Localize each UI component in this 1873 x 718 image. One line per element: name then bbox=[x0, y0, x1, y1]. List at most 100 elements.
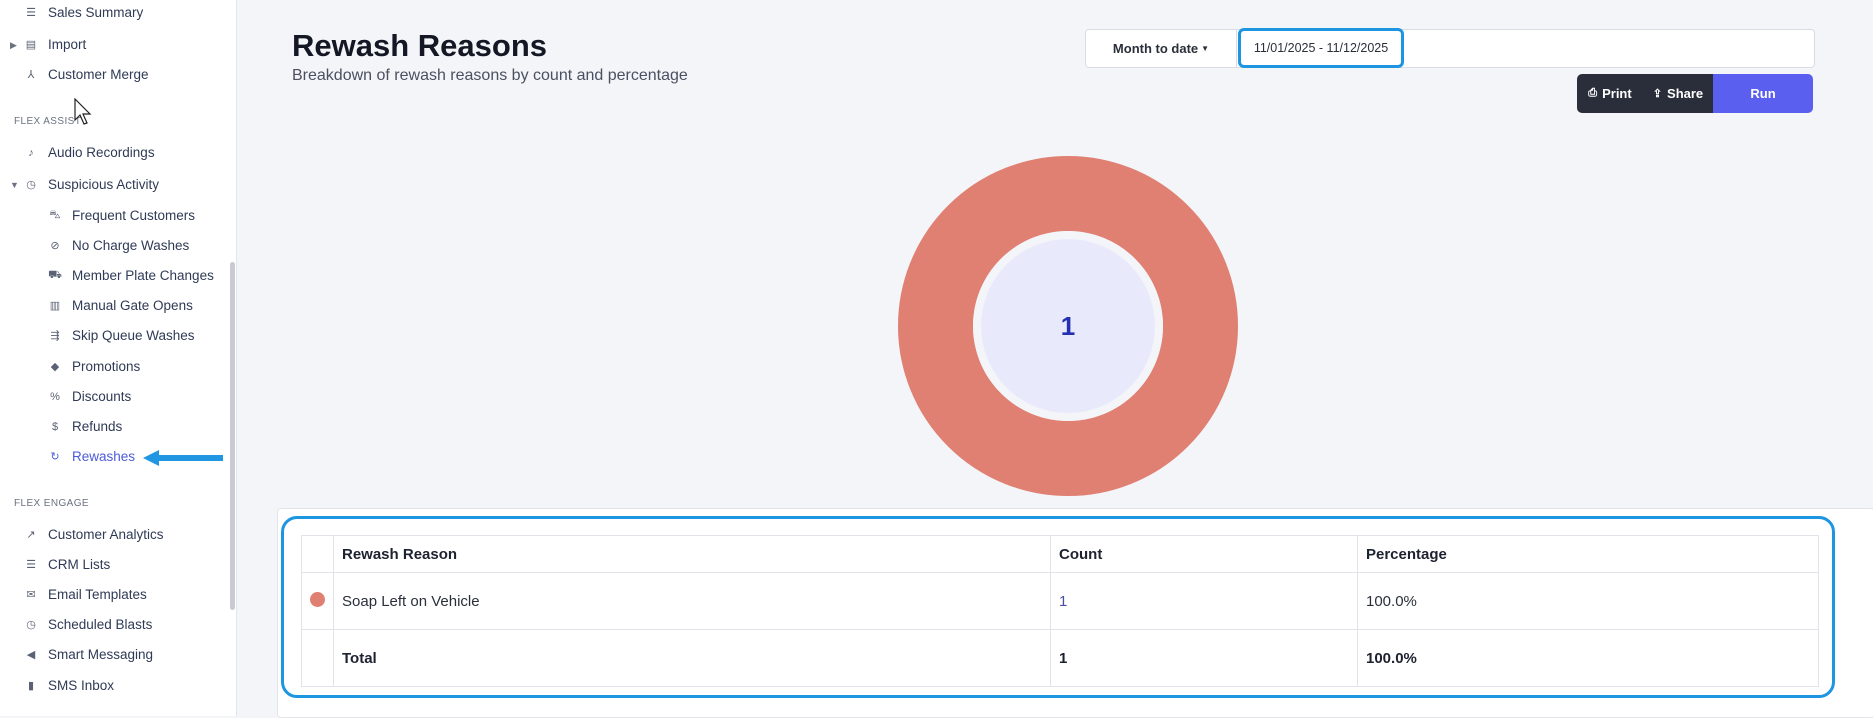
range-preset-dropdown[interactable]: Month to date ▼ bbox=[1086, 30, 1237, 67]
sidebar-item-no-charge-washes[interactable]: ⊘ No Charge Washes bbox=[48, 238, 189, 253]
refund-icon: $ bbox=[51, 420, 59, 433]
page-title: Rewash Reasons bbox=[292, 28, 547, 63]
sidebar-item-label: Rewashes bbox=[72, 449, 136, 464]
music-note-icon: ♪ bbox=[28, 146, 34, 159]
sidebar-item-label: Manual Gate Opens bbox=[72, 298, 193, 313]
sidebar-item-refunds[interactable]: $ Refunds bbox=[48, 419, 122, 434]
phone-icon: ▮ bbox=[27, 680, 35, 692]
table-total-row: Total 1 100.0% bbox=[301, 629, 1819, 687]
donut-center-value: 1 bbox=[1060, 310, 1076, 341]
sidebar-item-label: Email Templates bbox=[48, 587, 147, 602]
skip-queue-icon: ⇶ bbox=[50, 330, 60, 342]
file-icon: ▤ bbox=[25, 39, 37, 51]
sidebar-item-label: Sales Summary bbox=[48, 5, 144, 20]
mouse-cursor-icon bbox=[74, 97, 92, 131]
header-rewash-reason: Rewash Reason bbox=[333, 535, 1051, 573]
section-flex-assist: FLEX ASSIST bbox=[14, 116, 82, 127]
sidebar-item-label: Frequent Customers bbox=[72, 208, 196, 223]
tag-icon: ◆ bbox=[50, 361, 60, 373]
sidebar-item-label: Member Plate Changes bbox=[72, 268, 214, 283]
sidebar-item-email-templates[interactable]: ✉ Email Templates bbox=[24, 587, 147, 602]
sidebar-item-sms-inbox[interactable]: ▮ SMS Inbox bbox=[24, 678, 114, 693]
sidebar-item-label: Scheduled Blasts bbox=[48, 617, 153, 632]
merge-icon: ⅄ bbox=[27, 69, 35, 81]
rewash-table: Rewash Reason Count Percentage Soap Left… bbox=[301, 535, 1819, 687]
sidebar-item-skip-queue-washes[interactable]: ⇶ Skip Queue Washes bbox=[48, 328, 195, 343]
count-cell: 1 bbox=[1050, 572, 1358, 630]
sidebar-item-sales-summary[interactable]: ☰ Sales Summary bbox=[24, 5, 143, 20]
date-range-control: Month to date ▼ bbox=[1085, 29, 1815, 68]
sidebar-item-scheduled-blasts[interactable]: ◷ Scheduled Blasts bbox=[24, 617, 152, 632]
print-button[interactable]: ⎙ Print bbox=[1577, 74, 1643, 113]
total-label: Total bbox=[333, 629, 1051, 687]
sidebar-item-label: Suspicious Activity bbox=[48, 177, 160, 192]
sidebar-item-label: CRM Lists bbox=[48, 557, 111, 572]
table-header-row: Rewash Reason Count Percentage bbox=[301, 535, 1819, 573]
chevron-down-icon[interactable]: ▼ bbox=[10, 180, 19, 190]
date-range-input[interactable]: 11/01/2025 - 11/12/2025 bbox=[1238, 28, 1404, 68]
print-label: Print bbox=[1602, 86, 1632, 101]
sidebar-scrollbar[interactable] bbox=[230, 262, 235, 610]
donut-chart: 1 bbox=[898, 156, 1238, 496]
percentage-cell: 100.0% bbox=[1357, 572, 1819, 630]
header-count: Count bbox=[1050, 535, 1358, 573]
no-charge-icon: ⊘ bbox=[50, 240, 60, 252]
list-doc-icon: ☰ bbox=[26, 559, 36, 571]
sidebar-item-label: Skip Queue Washes bbox=[72, 328, 195, 343]
gate-icon: ▥ bbox=[49, 300, 61, 312]
legend-dot-cell bbox=[301, 572, 334, 630]
chevron-right-icon[interactable]: ▶ bbox=[10, 40, 17, 51]
share-label: Share bbox=[1667, 86, 1704, 101]
sidebar-item-label: SMS Inbox bbox=[48, 678, 115, 693]
sidebar-item-promotions[interactable]: ◆ Promotions bbox=[48, 359, 141, 374]
section-flex-engage: FLEX ENGAGE bbox=[14, 498, 89, 509]
sidebar-item-label: Smart Messaging bbox=[48, 647, 154, 662]
sidebar-item-frequent-customers[interactable]: ⛍ Frequent Customers bbox=[48, 208, 195, 223]
sidebar-item-import[interactable]: ▤ Import bbox=[24, 37, 86, 52]
sidebar-item-suspicious-activity[interactable]: ◷ Suspicious Activity bbox=[24, 177, 159, 192]
envelope-icon: ✉ bbox=[26, 589, 36, 601]
sidebar-item-customer-analytics[interactable]: ↗ Customer Analytics bbox=[24, 527, 164, 542]
clock-icon: ◷ bbox=[26, 179, 36, 191]
discount-icon: % bbox=[50, 390, 60, 403]
share-button[interactable]: ⇪ Share bbox=[1643, 74, 1713, 113]
printer-icon: ⎙ bbox=[1588, 87, 1598, 99]
sidebar-item-label: Refunds bbox=[72, 419, 123, 434]
sidebar-item-discounts[interactable]: % Discounts bbox=[48, 389, 131, 404]
sidebar-item-label: Audio Recordings bbox=[48, 145, 155, 160]
reason-cell: Soap Left on Vehicle bbox=[333, 572, 1051, 630]
car-swap-icon: ⛟ bbox=[48, 268, 62, 281]
megaphone-icon: ◀ bbox=[26, 649, 36, 661]
header-percentage: Percentage bbox=[1357, 535, 1819, 573]
sidebar-item-label: Customer Analytics bbox=[48, 527, 164, 542]
sidebar-item-member-plate-changes[interactable]: ⛟ Member Plate Changes bbox=[48, 268, 214, 283]
sidebar-item-label: Customer Merge bbox=[48, 67, 149, 82]
table-row: Soap Left on Vehicle 1 100.0% bbox=[301, 572, 1819, 630]
range-preset-label: Month to date bbox=[1112, 41, 1199, 56]
sidebar-item-label: Import bbox=[48, 37, 87, 52]
car-icon: ⛍ bbox=[49, 208, 61, 221]
action-buttons: ⎙ Print ⇪ Share Run bbox=[1577, 74, 1813, 113]
sidebar-item-customer-merge[interactable]: ⅄ Customer Merge bbox=[24, 67, 149, 82]
sidebar-item-manual-gate-opens[interactable]: ▥ Manual Gate Opens bbox=[48, 298, 193, 313]
legend-dot bbox=[310, 591, 325, 607]
sidebar-item-audio-recordings[interactable]: ♪ Audio Recordings bbox=[24, 145, 155, 160]
sidebar-item-label: Discounts bbox=[72, 389, 132, 404]
main-content: Rewash Reasons Breakdown of rewash reaso… bbox=[237, 0, 1873, 718]
trend-icon: ↗ bbox=[26, 529, 36, 541]
sidebar-item-label: No Charge Washes bbox=[72, 238, 190, 253]
total-count: 1 bbox=[1050, 629, 1358, 687]
clock-icon: ◷ bbox=[26, 619, 36, 631]
refresh-icon: ↻ bbox=[50, 451, 60, 463]
run-button[interactable]: Run bbox=[1713, 74, 1813, 113]
sidebar: ☰ Sales Summary ▶ ▤ Import ⅄ Customer Me… bbox=[0, 0, 237, 716]
sidebar-item-smart-messaging[interactable]: ◀ Smart Messaging bbox=[24, 647, 153, 662]
sidebar-item-crm-lists[interactable]: ☰ CRM Lists bbox=[24, 557, 110, 572]
sidebar-item-rewashes[interactable]: ↻ Rewashes bbox=[48, 449, 135, 464]
chevron-down-icon: ▼ bbox=[1201, 44, 1210, 53]
sidebar-item-label: Promotions bbox=[72, 359, 141, 374]
arrow-left-icon bbox=[143, 450, 225, 471]
total-percentage: 100.0% bbox=[1357, 629, 1819, 687]
page-subtitle: Breakdown of rewash reasons by count and… bbox=[292, 67, 688, 84]
list-icon: ☰ bbox=[26, 7, 36, 19]
